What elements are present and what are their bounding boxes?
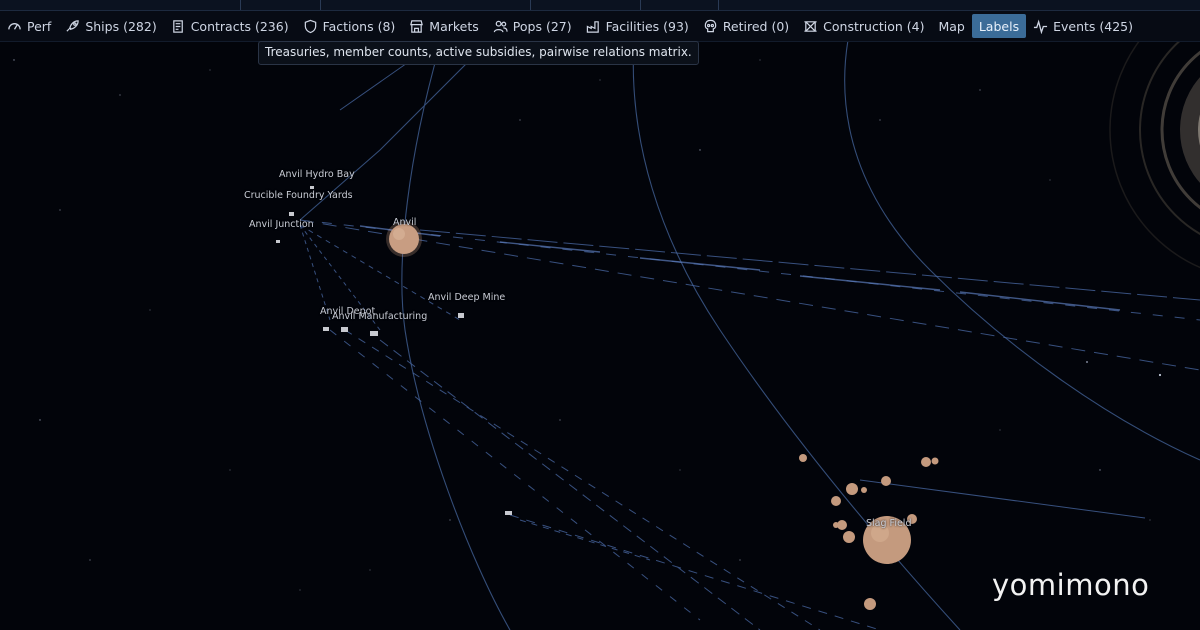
retired-label: Retired (0) [722,18,790,34]
label-anvil-manufacturing[interactable]: Anvil Manufacturing [332,311,427,322]
factions-button[interactable]: Factions (8) [296,14,403,38]
asteroids-slag-field[interactable] [799,454,939,610]
label-anvil-junction[interactable]: Anvil Junction [249,219,314,230]
station-anvil-deep-mine[interactable] [458,313,464,318]
perf-label: Perf [27,18,52,34]
station-crucible-foundry-yards[interactable] [289,212,294,216]
station-anvil-depot[interactable] [323,327,329,331]
markets-button[interactable]: Markets [402,14,485,38]
events-label: Events (425) [1053,18,1133,34]
pulse-icon [1034,19,1048,34]
store-icon [410,19,424,33]
users-icon [493,20,508,32]
retired-button[interactable]: Retired (0) [696,14,796,38]
factions-tooltip: Treasuries, member counts, active subsid… [258,41,699,65]
label-anvil-hydro-bay[interactable]: Anvil Hydro Bay [279,169,355,180]
station-anvil-hydro-bay[interactable] [310,186,314,189]
construction-button[interactable]: Construction (4) [796,14,931,38]
facilities-button[interactable]: Facilities (93) [579,14,696,38]
markets-label: Markets [429,18,479,34]
strip-segment [240,0,321,10]
contracts-button[interactable]: Contracts (236) [164,14,296,38]
strip-segment [320,0,531,10]
station-extra[interactable] [370,331,378,336]
pops-button[interactable]: Pops (27) [486,14,579,38]
crane-icon [804,20,817,32]
top-strip [0,0,1200,11]
pops-label: Pops (27) [512,18,572,34]
shield-icon [304,19,316,33]
strip-segment [0,0,241,10]
contracts-label: Contracts (236) [190,18,289,34]
label-slag-field[interactable]: Slag Field [866,518,911,529]
ship-marker[interactable] [505,511,512,515]
map-label: Map [938,18,965,34]
trade-routes [299,39,1200,630]
label-crucible-foundry-yards[interactable]: Crucible Foundry Yards [244,190,353,201]
facilities-label: Facilities (93) [605,18,689,34]
watermark-logo: yomimono [992,568,1150,602]
ships-label: Ships (282) [85,18,157,34]
sun-glow [1109,0,1200,269]
space-map[interactable] [0,0,1200,630]
main-toolbar: Perf Ships (282) Contracts (236) Faction… [0,11,1200,42]
factions-label: Factions (8) [322,18,396,34]
label-anvil-deep-mine[interactable]: Anvil Deep Mine [428,292,505,303]
skull-icon [704,19,717,32]
gauge-icon [8,22,21,30]
label-anvil[interactable]: Anvil [393,217,416,228]
events-button[interactable]: Events (425) [1026,14,1140,38]
perf-button[interactable]: Perf [0,14,58,38]
station-anvil-junction[interactable] [276,240,280,243]
ships-button[interactable]: Ships (282) [58,14,163,38]
orbit-lines [299,39,1200,630]
map-button[interactable]: Map [931,14,971,38]
strip-segment [640,0,719,10]
labels-toggle[interactable]: Labels [971,14,1027,38]
construction-label: Construction (4) [823,18,925,34]
station-anvil-manufacturing[interactable] [341,327,348,332]
factory-icon [586,20,599,33]
labels-label: Labels [978,18,1020,34]
scroll-icon [172,19,183,33]
rocket-icon [66,19,80,32]
strip-segment [530,0,641,10]
